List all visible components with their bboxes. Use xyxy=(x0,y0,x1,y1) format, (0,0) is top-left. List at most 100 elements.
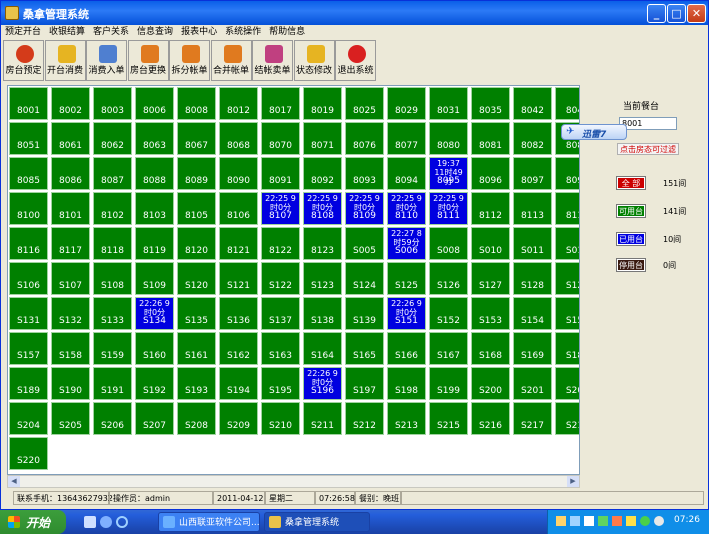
room-tile[interactable]: 8008 xyxy=(177,87,216,120)
room-tile[interactable]: S217 xyxy=(513,402,552,435)
room-tile[interactable]: 19:37 11时49分 8095 xyxy=(429,157,468,190)
room-tile[interactable]: S207 xyxy=(135,402,174,435)
room-tile[interactable]: S139 xyxy=(345,297,384,330)
room-tile[interactable]: 8112 xyxy=(471,192,510,225)
room-tile[interactable]: 8012 xyxy=(219,87,258,120)
room-tile[interactable]: S192 xyxy=(135,367,174,400)
room-tile[interactable]: S195 xyxy=(261,367,300,400)
room-tile[interactable]: 22:26 9时0分 S151 xyxy=(387,297,426,330)
room-tile[interactable]: S212 xyxy=(345,402,384,435)
room-tile[interactable]: 22:26 9时0分 S134 xyxy=(135,297,174,330)
room-tile[interactable]: S160 xyxy=(135,332,174,365)
room-tile[interactable]: 8113 xyxy=(513,192,552,225)
room-tile[interactable]: 804 xyxy=(555,87,579,120)
room-tile[interactable]: 8094 xyxy=(387,157,426,190)
toolbar-button-6[interactable]: 结帐卖单 xyxy=(252,40,293,81)
room-tile[interactable]: S120 xyxy=(177,262,216,295)
room-tile[interactable]: S166 xyxy=(387,332,426,365)
toolbar-button-4[interactable]: 拆分帐单 xyxy=(169,40,210,81)
room-tile[interactable]: S189 xyxy=(9,367,48,400)
room-tile[interactable]: S191 xyxy=(93,367,132,400)
room-tile[interactable]: S21 xyxy=(555,402,579,435)
room-tile[interactable]: 8102 xyxy=(93,192,132,225)
room-tile[interactable]: S005 xyxy=(345,227,384,260)
legend-button-2[interactable]: 已用台 xyxy=(616,232,646,246)
room-tile[interactable]: S194 xyxy=(219,367,258,400)
room-tile[interactable]: 22:25 9时0分 8110 xyxy=(387,192,426,225)
room-tile[interactable]: S153 xyxy=(471,297,510,330)
menu-booking[interactable]: 预定开台 xyxy=(1,25,45,39)
room-tile[interactable]: 22:25 9时0分 8108 xyxy=(303,192,342,225)
room-tile[interactable]: 22:27 8时59分 S006 xyxy=(387,227,426,260)
menu-cashier[interactable]: 收银结算 xyxy=(45,25,89,39)
toolbar-button-0[interactable]: 房台预定 xyxy=(3,40,44,81)
room-tile[interactable]: 8051 xyxy=(9,122,48,155)
room-tile[interactable]: S133 xyxy=(93,297,132,330)
room-tile[interactable]: 8097 xyxy=(513,157,552,190)
toolbar-button-8[interactable]: 退出系统 xyxy=(335,40,376,81)
room-tile[interactable]: S131 xyxy=(9,297,48,330)
room-tile[interactable]: S008 xyxy=(429,227,468,260)
room-tile[interactable]: S164 xyxy=(303,332,342,365)
room-tile[interactable]: 8063 xyxy=(135,122,174,155)
room-tile[interactable]: S125 xyxy=(387,262,426,295)
room-tile[interactable]: S213 xyxy=(387,402,426,435)
room-tile[interactable]: S127 xyxy=(471,262,510,295)
thunder-popup[interactable]: ✈ 迅雷7 xyxy=(561,124,627,140)
room-tile[interactable]: 8100 xyxy=(9,192,48,225)
scroll-left-icon[interactable]: ◀ xyxy=(8,476,20,487)
room-tile[interactable]: S108 xyxy=(93,262,132,295)
room-tile[interactable]: S106 xyxy=(9,262,48,295)
room-tile[interactable]: 811 xyxy=(555,192,579,225)
tray-icon-7[interactable] xyxy=(640,516,650,526)
horizontal-scrollbar[interactable]: ◀ ▶ xyxy=(7,475,580,488)
room-tile[interactable]: 8103 xyxy=(135,192,174,225)
room-tile[interactable]: 22:26 9时0分 S196 xyxy=(303,367,342,400)
room-tile[interactable]: S165 xyxy=(345,332,384,365)
room-tile[interactable]: 8092 xyxy=(303,157,342,190)
room-tile[interactable]: 8076 xyxy=(345,122,384,155)
room-tile[interactable]: 8070 xyxy=(261,122,300,155)
toolbar-button-7[interactable]: 状态修改 xyxy=(293,40,335,81)
menu-customer[interactable]: 客户关系 xyxy=(89,25,133,39)
room-tile[interactable]: 8088 xyxy=(135,157,174,190)
legend-button-0[interactable]: 全 部 xyxy=(616,176,646,190)
room-tile[interactable]: 22:25 9时0分 8109 xyxy=(345,192,384,225)
room-tile[interactable]: S126 xyxy=(429,262,468,295)
room-tile[interactable]: 8035 xyxy=(471,87,510,120)
room-tile[interactable]: S159 xyxy=(93,332,132,365)
room-tile[interactable]: S158 xyxy=(51,332,90,365)
scroll-right-icon[interactable]: ▶ xyxy=(567,476,579,487)
ie-icon[interactable] xyxy=(116,516,128,528)
room-tile[interactable]: 8077 xyxy=(387,122,426,155)
room-tile[interactable]: 8087 xyxy=(93,157,132,190)
room-tile[interactable]: S137 xyxy=(261,297,300,330)
room-tile[interactable]: S161 xyxy=(177,332,216,365)
room-tile[interactable]: 8116 xyxy=(9,227,48,260)
tray-icon-3[interactable] xyxy=(584,516,594,526)
room-tile[interactable]: S154 xyxy=(513,297,552,330)
room-tile[interactable]: S15 xyxy=(555,297,579,330)
room-tile[interactable]: 8101 xyxy=(51,192,90,225)
room-tile[interactable]: 8121 xyxy=(219,227,258,260)
room-tile[interactable]: S010 xyxy=(471,227,510,260)
room-tile[interactable]: 8091 xyxy=(261,157,300,190)
room-tile[interactable]: S157 xyxy=(9,332,48,365)
room-tile[interactable]: S162 xyxy=(219,332,258,365)
room-tile[interactable]: S121 xyxy=(219,262,258,295)
room-tile[interactable]: S208 xyxy=(177,402,216,435)
legend-button-3[interactable]: 停用台 xyxy=(616,258,646,272)
room-tile[interactable]: 8019 xyxy=(303,87,342,120)
room-tile[interactable]: 8067 xyxy=(177,122,216,155)
room-tile[interactable]: S128 xyxy=(513,262,552,295)
room-tile[interactable]: 8029 xyxy=(387,87,426,120)
room-tile[interactable]: S211 xyxy=(303,402,342,435)
room-tile[interactable]: 8071 xyxy=(303,122,342,155)
room-tile[interactable]: S011 xyxy=(513,227,552,260)
room-tile[interactable]: 8082 xyxy=(513,122,552,155)
menu-system[interactable]: 系统操作 xyxy=(221,25,265,39)
room-tile[interactable]: S109 xyxy=(135,262,174,295)
menu-help[interactable]: 帮助信息 xyxy=(265,25,309,39)
room-tile[interactable]: 8096 xyxy=(471,157,510,190)
media-player-icon[interactable] xyxy=(100,516,112,528)
